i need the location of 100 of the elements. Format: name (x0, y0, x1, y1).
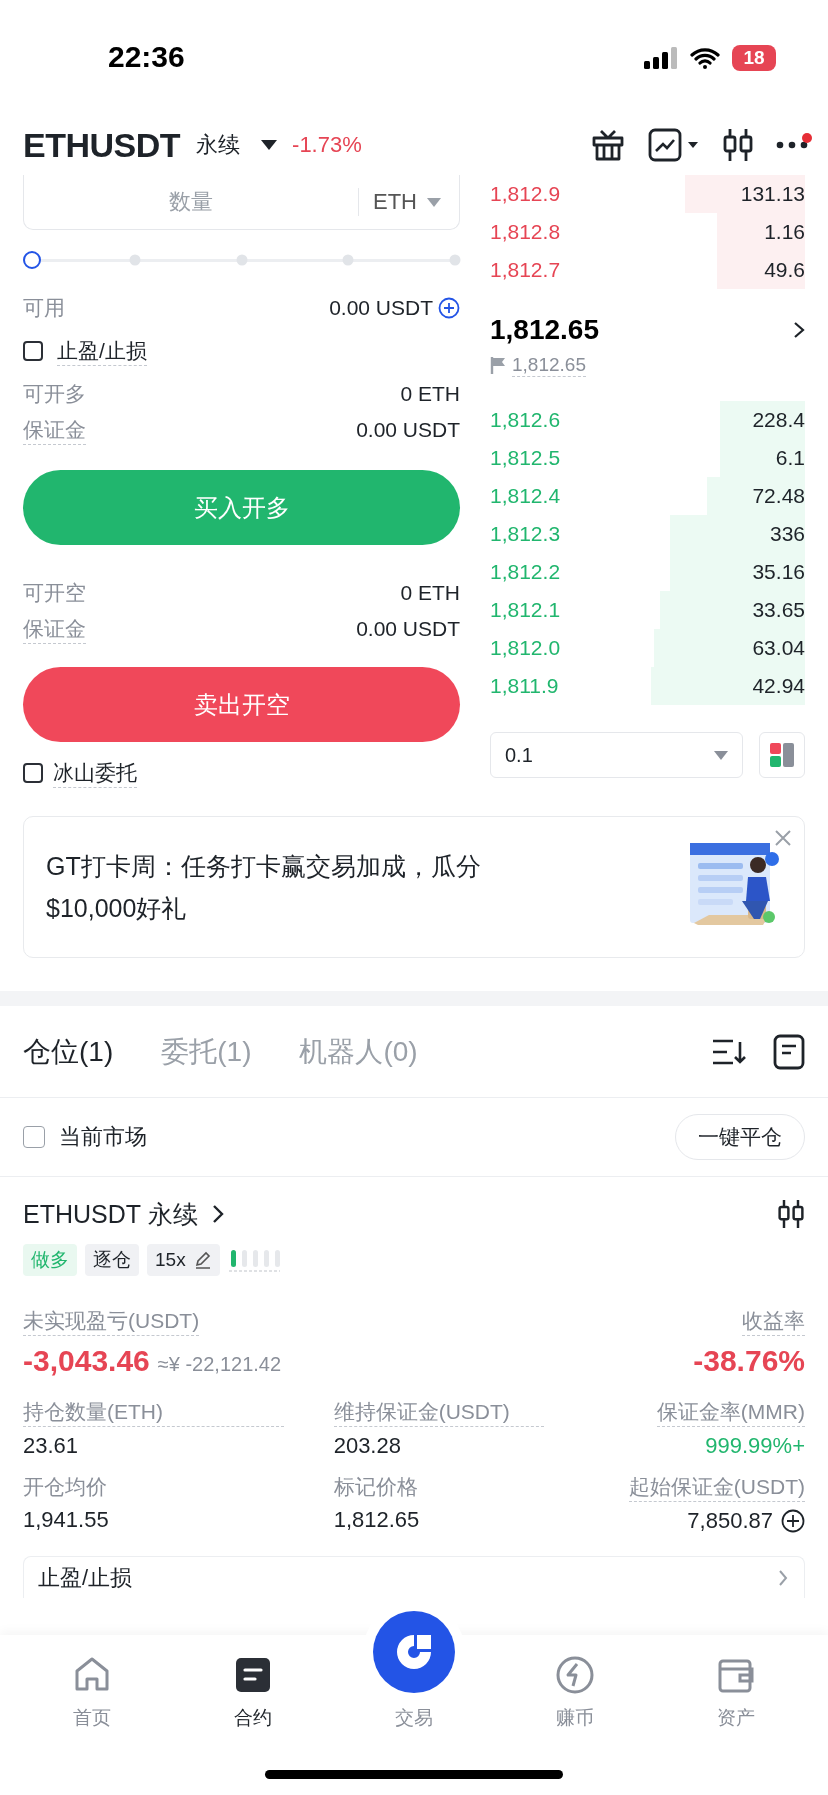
last-price: 1,812.65 (490, 313, 599, 346)
stat-label: 起始保证金(USDT) (628, 1473, 805, 1502)
close-all-button[interactable]: 一键平仓 (675, 1114, 805, 1160)
field-value: 0.00 USDT (356, 418, 460, 442)
stat-value: 7,850.87 (687, 1508, 773, 1534)
bid-price[interactable]: 1,812.1 (490, 598, 561, 622)
bid-price[interactable]: 1,811.9 (490, 674, 559, 698)
bid-price[interactable]: 1,812.3 (490, 522, 561, 546)
chevron-right-icon[interactable] (211, 1204, 224, 1224)
stat-label: 收益率 (742, 1307, 805, 1336)
unrealized-pnl: -3,043.46 (23, 1344, 150, 1377)
position-tag: 逐仓 (85, 1244, 139, 1276)
tab[interactable]: 委托(1) (161, 1032, 252, 1071)
checkbox[interactable] (23, 341, 43, 361)
bid-amount: 42.94 (752, 674, 805, 698)
chevron-right-icon[interactable] (793, 320, 805, 339)
stat-value: 999.99%+ (705, 1433, 805, 1459)
more-icon[interactable] (776, 141, 808, 149)
symbol-title: ETHUSDT (23, 125, 181, 165)
field-label: 可开多 (23, 381, 86, 407)
contract-type: 永续 (196, 131, 241, 159)
stat-value: 203.28 (333, 1433, 401, 1459)
unit-selector[interactable]: ETH (373, 189, 417, 215)
bid-price[interactable]: 1,812.4 (490, 484, 561, 508)
checkbox[interactable] (23, 1126, 45, 1148)
close-icon[interactable] (774, 829, 792, 847)
bid-price[interactable]: 1,812.2 (490, 560, 561, 584)
ask-price[interactable]: 1,812.8 (490, 220, 561, 244)
field-value: 0.00 USDT (356, 617, 460, 641)
stat-value: 1,812.65 (333, 1507, 420, 1533)
battery-level: 18 (732, 44, 776, 71)
slider-step-dot (449, 254, 460, 266)
candlestick-icon[interactable] (777, 1198, 805, 1230)
field-value: 0 ETH (400, 581, 460, 605)
stat-label: 标记价格 (333, 1474, 419, 1500)
field-label: 保证金 (23, 415, 86, 445)
candlestick-icon[interactable] (722, 127, 754, 163)
field-label: 可用 (23, 295, 65, 321)
ask-price[interactable]: 1,812.7 (490, 258, 561, 282)
add-icon[interactable] (438, 297, 460, 319)
slider-thumb[interactable] (23, 251, 41, 269)
clock-time: 22:36 (108, 39, 185, 74)
chart-icon[interactable] (648, 128, 700, 162)
precision-select[interactable]: 0.1 (490, 732, 743, 778)
flag-icon (490, 356, 506, 374)
filter-label: 当前市场 (59, 1123, 147, 1151)
position-title[interactable]: ETHUSDT 永续 (23, 1197, 198, 1231)
option-label: 止盈/止损 (57, 336, 147, 366)
order-book-layout-icon (769, 742, 795, 768)
buy-long-button[interactable]: 买入开多 (23, 470, 460, 545)
bid-amount: 33.65 (752, 598, 805, 622)
document-icon[interactable] (773, 1033, 805, 1070)
bid-amount: 63.04 (752, 636, 805, 660)
ask-price[interactable]: 1,812.9 (490, 182, 561, 206)
slider-step-dot (342, 254, 354, 266)
tp-sl-row[interactable]: 止盈/止损 (23, 1556, 805, 1598)
nav-item[interactable]: 交易 (359, 1611, 469, 1731)
gift-icon[interactable] (590, 127, 626, 163)
tab[interactable]: 机器人(0) (299, 1032, 418, 1071)
checkbox[interactable] (23, 763, 43, 783)
bid-amount: 6.1 (775, 446, 805, 470)
banner-text: GT打卡周：任务打卡赢交易加成，瓜分$10,000好礼 (46, 851, 482, 924)
available-balance: 0.00 USDT (329, 296, 433, 320)
sell-short-button[interactable]: 卖出开空 (23, 667, 460, 742)
caret-icon (714, 750, 728, 760)
stat-label: 保证金率(MMR) (656, 1398, 805, 1427)
add-icon[interactable] (781, 1509, 805, 1533)
notification-dot (802, 133, 812, 143)
field-value: 0 ETH (400, 382, 460, 406)
signal-icon (644, 46, 678, 69)
bid-amount: 72.48 (752, 484, 805, 508)
nav-item[interactable]: 合约 (198, 1655, 309, 1731)
ask-amount: 49.6 (764, 258, 805, 282)
stat-label: 维持保证金(USDT) (333, 1398, 545, 1427)
pnl-cny: ≈¥ -22,121.42 (157, 1353, 282, 1375)
option-label: 冰山委托 (53, 758, 137, 788)
stat-value: 1,941.55 (23, 1507, 109, 1533)
bid-price[interactable]: 1,812.0 (490, 636, 561, 660)
leverage-button[interactable]: 15x (147, 1244, 220, 1276)
price-change: -1.73% (292, 132, 362, 158)
nav-item[interactable]: 首页 (37, 1655, 148, 1731)
tab[interactable]: 仓位(1) (23, 1032, 114, 1071)
caret-icon[interactable] (260, 139, 279, 151)
slider-step-dot (236, 254, 247, 266)
stat-label: 持仓数量(ETH) (23, 1398, 284, 1427)
bid-amount: 336 (769, 522, 805, 546)
sort-icon[interactable] (711, 1037, 747, 1066)
return-rate: -38.76% (693, 1344, 805, 1378)
nav-item[interactable]: 赚币 (519, 1655, 630, 1731)
bid-price[interactable]: 1,812.5 (490, 446, 561, 470)
pencil-icon (193, 1251, 212, 1269)
bid-amount: 35.16 (752, 560, 805, 584)
field-label: 保证金 (23, 614, 86, 644)
position-tag: 做多 (23, 1244, 77, 1276)
nav-item[interactable]: 资产 (680, 1655, 791, 1731)
chevron-right-icon (778, 1568, 788, 1587)
bid-price[interactable]: 1,812.6 (490, 408, 561, 432)
bid-amount: 228.4 (752, 408, 805, 432)
layout-toggle[interactable] (759, 732, 805, 778)
quantity-field[interactable]: 数量 ETH (23, 175, 460, 230)
